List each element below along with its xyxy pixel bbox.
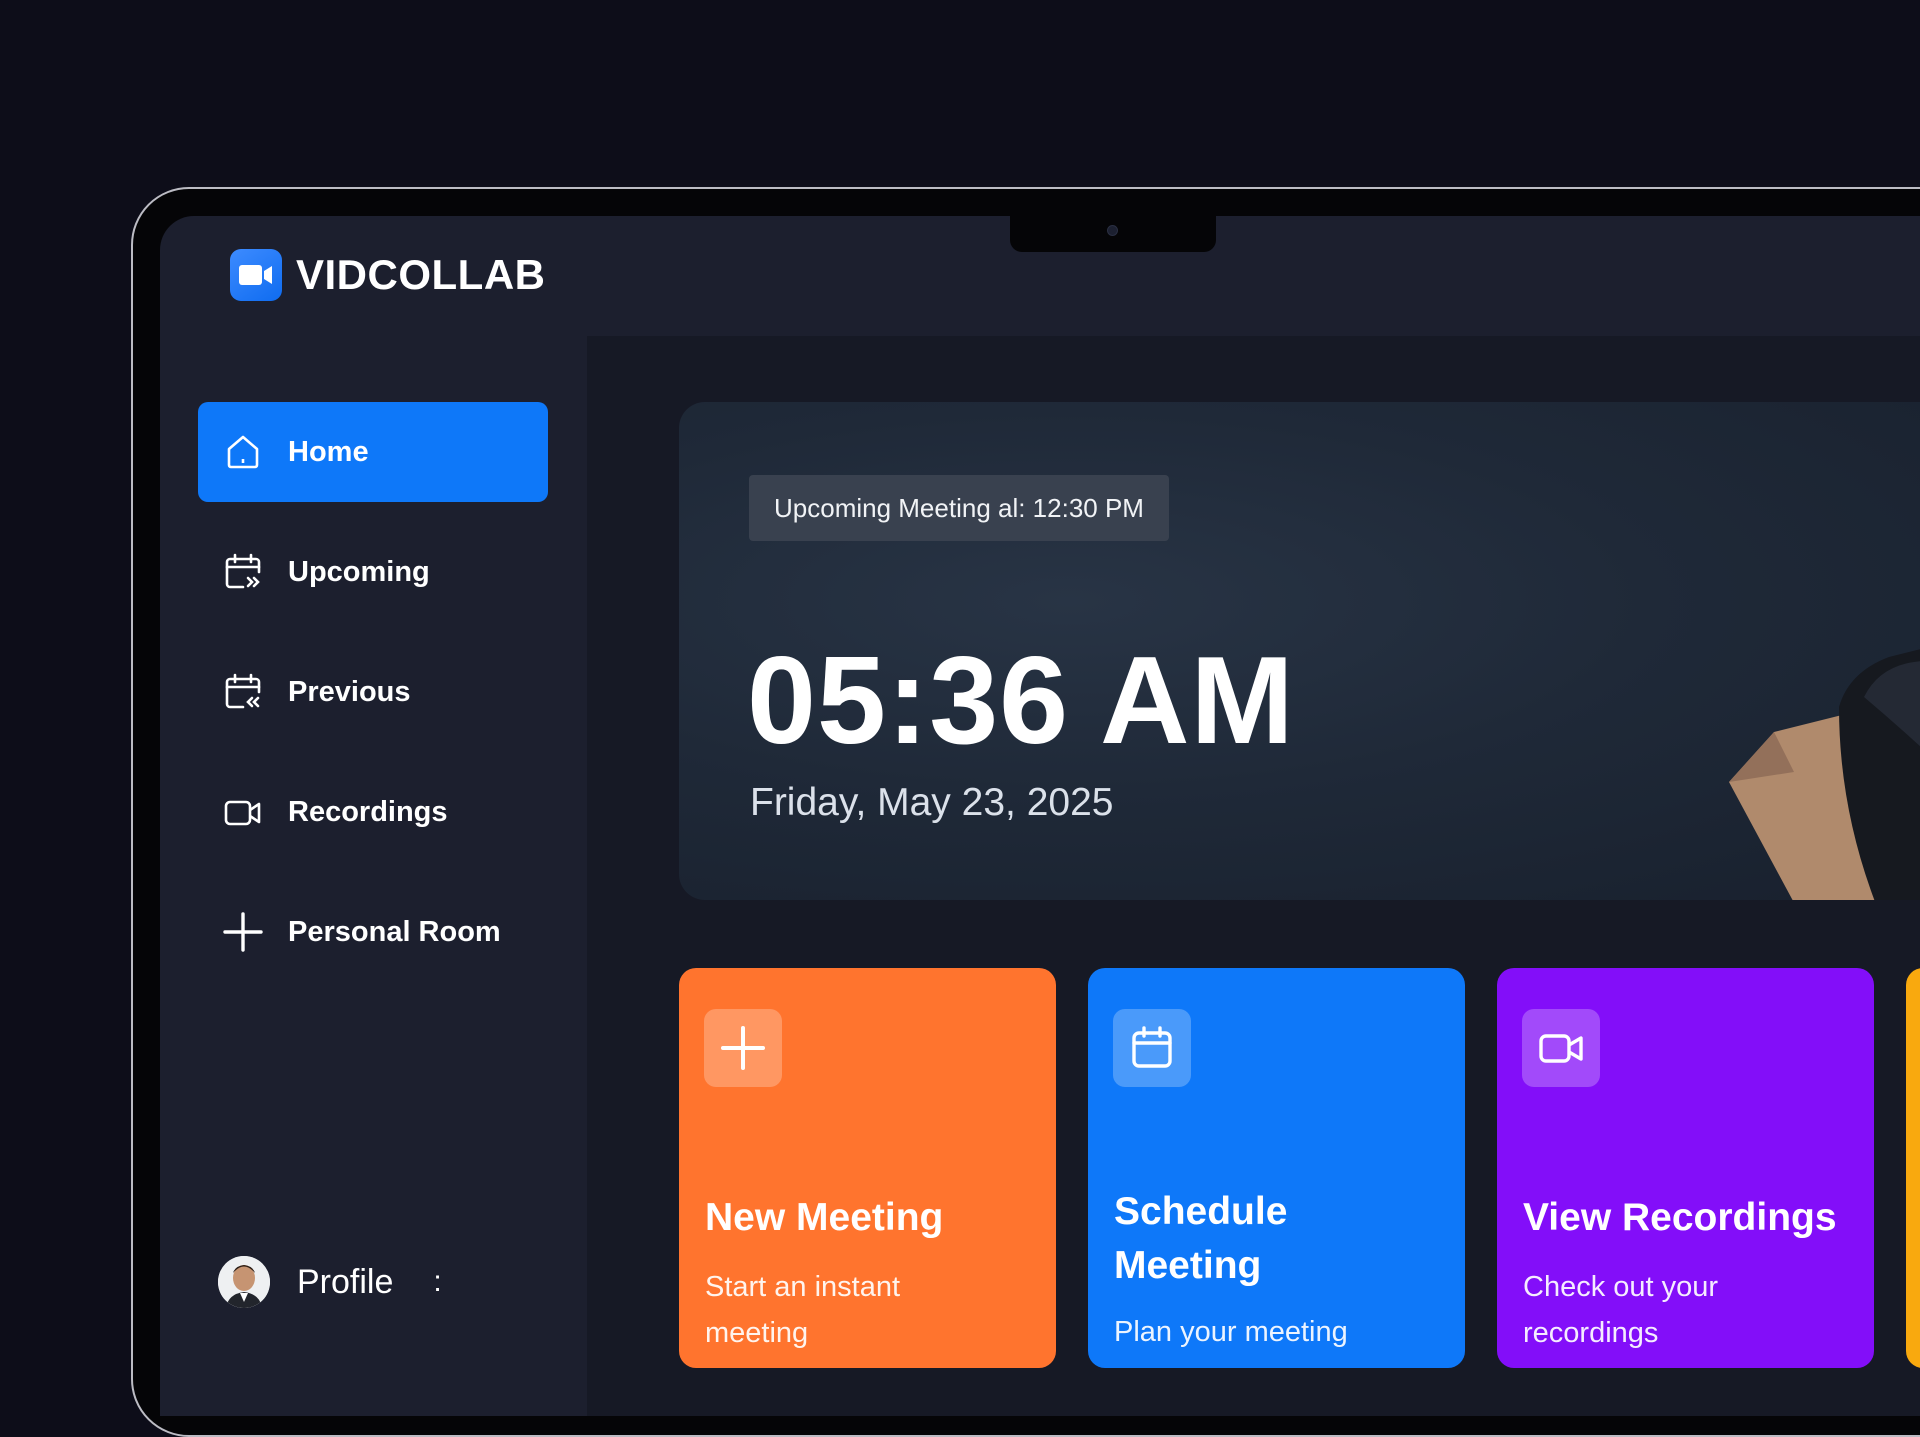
upcoming-meeting-badge: Upcoming Meeting al: 12:30 PM	[749, 475, 1169, 541]
desk-decoration-image	[1729, 649, 1920, 900]
avatar	[218, 1256, 270, 1308]
calendar-upcoming-icon	[222, 551, 264, 593]
more-options-button[interactable]: :	[433, 1265, 441, 1299]
plus-icon	[222, 911, 264, 953]
sidebar-item-label: Home	[288, 435, 369, 468]
webcam-dot	[1107, 225, 1118, 236]
new-meeting-card[interactable]: New Meeting Start an instant meeting	[679, 968, 1056, 1368]
video-icon	[1522, 1009, 1600, 1087]
profile-label: Profile	[297, 1262, 394, 1301]
current-date: Friday, May 23, 2025	[750, 781, 1114, 824]
card-description: Plan your meeting	[1114, 1316, 1348, 1348]
calendar-icon	[1113, 1009, 1191, 1087]
current-time: 05:36 AM	[747, 632, 1295, 770]
card-title: View Recordings	[1523, 1196, 1837, 1239]
sidebar-item-label: Recordings	[288, 795, 448, 828]
sidebar-item-label: Previous	[288, 675, 411, 708]
app-window: VIDCOLLAB Home Upcoming Previous Recordi…	[160, 216, 1920, 1416]
extra-card-edge[interactable]	[1906, 968, 1920, 1368]
calendar-previous-icon	[222, 671, 264, 713]
card-title: Schedule Meeting	[1114, 1190, 1288, 1287]
app-logo[interactable]: VIDCOLLAB	[230, 249, 546, 301]
schedule-meeting-card[interactable]: Schedule Meeting Plan your meeting	[1088, 968, 1465, 1368]
sidebar-item-home[interactable]: Home	[198, 402, 548, 502]
card-title: New Meeting	[705, 1196, 944, 1239]
card-description: Start an instant meeting	[705, 1271, 901, 1349]
sidebar-item-label: Upcoming	[288, 555, 430, 588]
sidebar-item-personal-room[interactable]: Personal Room	[198, 882, 548, 982]
sidebar-item-label: Personal Room	[288, 915, 501, 948]
profile-menu[interactable]: Profile :	[218, 1256, 442, 1308]
home-icon	[222, 431, 264, 473]
app-name: VIDCOLLAB	[296, 251, 546, 298]
hero-banner: Upcoming Meeting al: 12:30 PM 05:36 AM F…	[679, 402, 1920, 900]
sidebar-item-previous[interactable]: Previous	[198, 642, 548, 742]
card-description: Check out your recordings	[1523, 1271, 1719, 1349]
video-camera-icon	[230, 249, 282, 301]
plus-icon	[704, 1009, 782, 1087]
sidebar-item-upcoming[interactable]: Upcoming	[198, 522, 548, 622]
view-recordings-card[interactable]: View Recordings Check out your recording…	[1497, 968, 1874, 1368]
video-icon	[222, 791, 264, 833]
sidebar-item-recordings[interactable]: Recordings	[198, 762, 548, 862]
